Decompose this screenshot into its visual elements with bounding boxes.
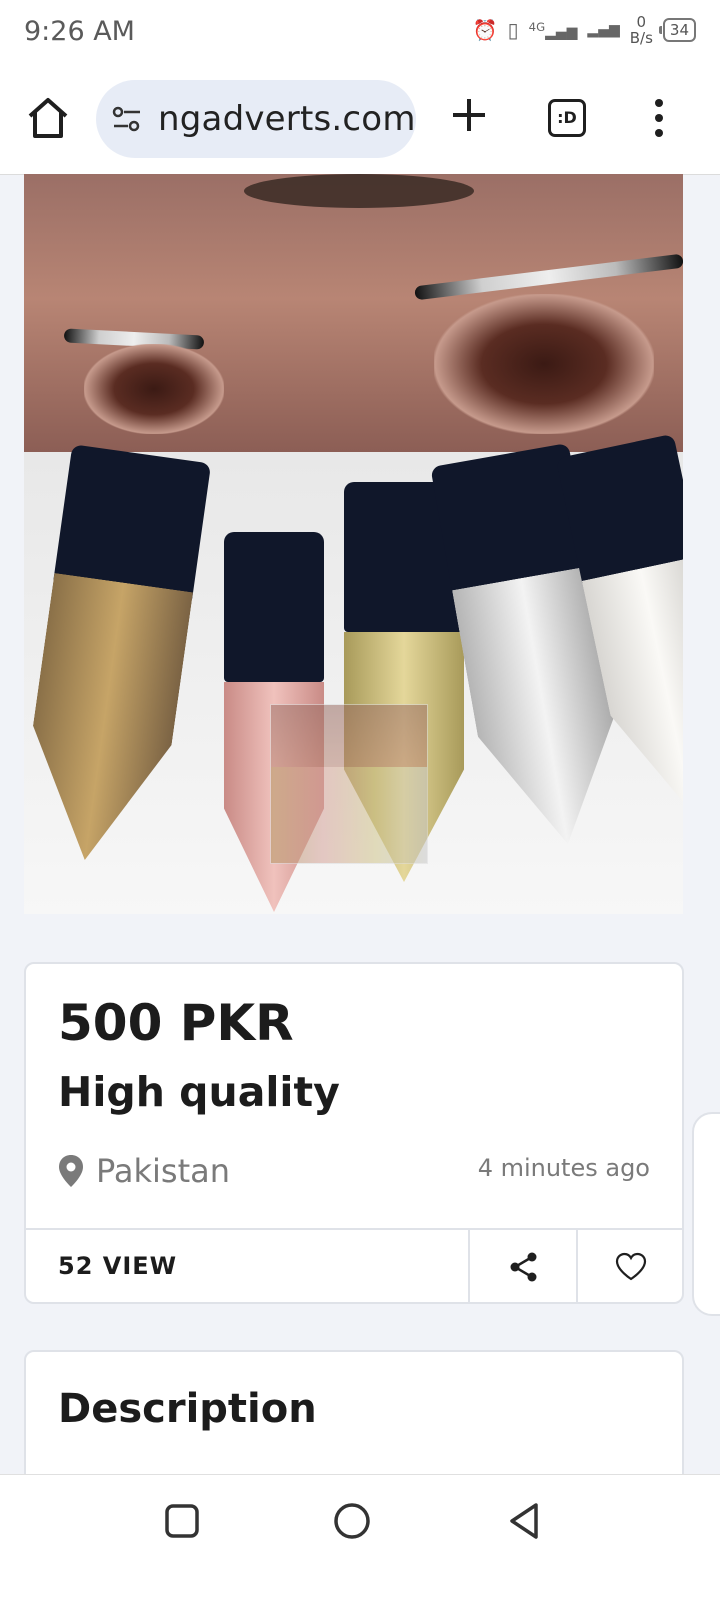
url-text: ngadverts.com [158,99,416,139]
battery-icon: 34 [658,18,696,42]
system-nav-bar [0,1474,720,1601]
location-pin-icon [59,1155,83,1187]
eyebrow [244,174,474,208]
signal-2-icon: ▂▄▆ [587,22,620,38]
description-heading: Description [58,1386,317,1432]
tab-switcher-button[interactable]: :D [548,99,586,137]
back-icon[interactable] [504,1501,544,1541]
vibrate-icon: ▯ [507,18,519,42]
more-options-icon[interactable] [652,98,666,138]
status-time: 9:26 AM [24,16,135,47]
image-thumbnail-overlay [270,704,428,864]
status-icons: ⏰ ▯ 4G▂▄▆ ▂▄▆ 0 B/s 34 [473,14,696,46]
home-icon[interactable] [24,94,72,142]
heart-icon [615,1252,647,1281]
posted-time: 4 minutes ago [477,1154,650,1182]
listing-card: 500 PKR High quality Pakistan 4 minutes … [24,962,684,1304]
listing-location: Pakistan [58,1152,230,1190]
signal-icon: 4G▂▄▆ [528,19,578,41]
share-icon [510,1252,537,1282]
recents-icon[interactable] [162,1501,202,1541]
share-button[interactable] [468,1230,578,1304]
listing-title: High quality [58,1068,340,1116]
alarm-icon: ⏰ [472,18,498,42]
home-nav-icon[interactable] [332,1501,372,1541]
address-bar[interactable]: ngadverts.com [96,80,416,158]
site-settings-icon[interactable] [110,102,144,136]
location-text: Pakistan [96,1152,230,1190]
product-image[interactable] [24,174,683,914]
view-count: 52 VIEW [58,1252,178,1280]
eye-makeup-photo [24,174,683,452]
eye-left [84,344,224,434]
browser-toolbar: ngadverts.com :D [0,66,720,175]
network-speed: 0 B/s [629,13,653,47]
side-floating-tab[interactable] [692,1112,720,1316]
eye-right [434,294,654,434]
status-bar: 9:26 AM ⏰ ▯ 4G▂▄▆ ▂▄▆ 0 B/s 34 [0,0,720,66]
pen-gold [24,444,212,860]
listing-price: 500 PKR [58,994,294,1052]
listing-actions: 52 VIEW [26,1228,682,1304]
favorite-button[interactable] [576,1230,684,1304]
new-tab-icon[interactable] [450,96,488,134]
